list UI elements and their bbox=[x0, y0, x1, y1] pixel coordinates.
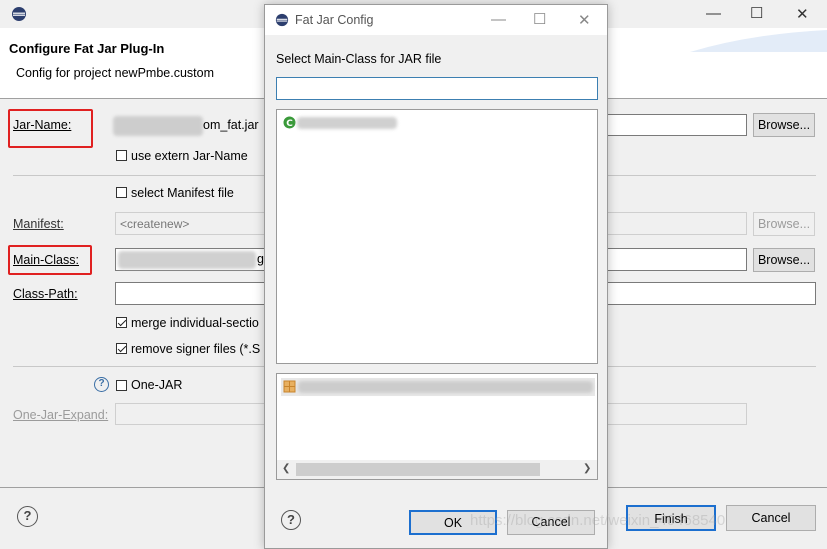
one-jar-expand-field-tail bbox=[607, 403, 747, 425]
class-path-label: Class-Path: bbox=[13, 287, 78, 301]
dialog-minimize-button[interactable]: — bbox=[491, 11, 506, 28]
class-path-field-tail[interactable] bbox=[607, 282, 816, 305]
wizard-help-icon[interactable]: ? bbox=[17, 506, 38, 527]
use-extern-checkbox[interactable] bbox=[116, 150, 127, 161]
manifest-browse-button: Browse... bbox=[753, 212, 815, 236]
class-path-field[interactable] bbox=[115, 282, 265, 305]
use-extern-label: use extern Jar-Name bbox=[131, 149, 248, 163]
one-jar-label: One-JAR bbox=[131, 378, 183, 392]
fat-jar-config-dialog: Fat Jar Config — ☐ ✕ Select Main-Class f… bbox=[264, 4, 608, 549]
blurred-jar-name bbox=[113, 116, 203, 136]
blurred-package-name bbox=[298, 381, 593, 393]
dialog-title: Fat Jar Config bbox=[295, 13, 374, 27]
dialog-prompt: Select Main-Class for JAR file bbox=[276, 52, 442, 66]
one-jar-expand-field bbox=[115, 403, 265, 425]
class-filter-input[interactable] bbox=[276, 77, 598, 100]
manifest-field-tail bbox=[607, 212, 747, 235]
jar-name-browse-button[interactable]: Browse... bbox=[753, 113, 815, 137]
remove-signer-checkbox[interactable] bbox=[116, 343, 127, 354]
dialog-help-icon[interactable]: ? bbox=[281, 510, 301, 530]
page-subtitle: Config for project newPmbe.custom bbox=[16, 66, 215, 80]
page-title: Configure Fat Jar Plug-In bbox=[9, 41, 165, 56]
header-banner-graphic bbox=[690, 30, 827, 52]
merge-checkbox[interactable] bbox=[116, 317, 127, 328]
dialog-close-button[interactable]: ✕ bbox=[578, 11, 591, 29]
main-class-field-tail[interactable] bbox=[607, 248, 747, 271]
list-item[interactable]: C bbox=[281, 114, 481, 132]
blurred-class-name bbox=[297, 117, 397, 129]
scroll-right-icon[interactable]: ❯ bbox=[583, 463, 591, 474]
dialog-maximize-button[interactable]: ☐ bbox=[533, 10, 546, 28]
scrollbar-thumb[interactable] bbox=[296, 463, 540, 476]
blurred-main-class bbox=[118, 251, 256, 269]
main-class-label: Main-Class: bbox=[13, 253, 79, 267]
one-jar-checkbox[interactable] bbox=[116, 380, 127, 391]
main-class-value: g bbox=[257, 252, 264, 266]
merge-label: merge individual-sectio bbox=[131, 316, 259, 330]
jar-name-label: Jar-Name: bbox=[13, 118, 72, 132]
svg-text:C: C bbox=[286, 119, 293, 129]
jar-name-field[interactable] bbox=[607, 114, 747, 136]
class-list[interactable]: C bbox=[276, 109, 598, 364]
list-item[interactable] bbox=[281, 378, 595, 396]
manifest-value: <createnew> bbox=[120, 217, 190, 231]
manifest-label: Manifest: bbox=[13, 217, 64, 231]
maximize-button[interactable]: ☐ bbox=[750, 4, 763, 22]
one-jar-expand-label: One-Jar-Expand: bbox=[13, 408, 109, 422]
minimize-button[interactable]: — bbox=[706, 5, 721, 22]
select-manifest-label: select Manifest file bbox=[131, 186, 234, 200]
class-icon: C bbox=[283, 116, 296, 129]
close-button[interactable]: ✕ bbox=[796, 5, 809, 23]
main-class-browse-button[interactable]: Browse... bbox=[753, 248, 815, 272]
package-icon bbox=[283, 380, 296, 393]
scroll-left-icon[interactable]: ❮ bbox=[282, 463, 290, 474]
package-list[interactable]: ❮ ❯ bbox=[276, 373, 598, 480]
remove-signer-label: remove signer files (*.S bbox=[131, 342, 261, 356]
watermark-text: https://blog.csdn.net/weixin_40468540 bbox=[470, 512, 726, 529]
eclipse-icon bbox=[275, 13, 289, 27]
eclipse-icon bbox=[11, 6, 27, 22]
wizard-cancel-button[interactable]: Cancel bbox=[726, 505, 816, 531]
horizontal-scrollbar[interactable]: ❮ ❯ bbox=[277, 460, 597, 479]
jar-name-value: om_fat.jar bbox=[203, 118, 259, 132]
one-jar-help-icon[interactable]: ? bbox=[94, 377, 109, 392]
select-manifest-checkbox[interactable] bbox=[116, 187, 127, 198]
